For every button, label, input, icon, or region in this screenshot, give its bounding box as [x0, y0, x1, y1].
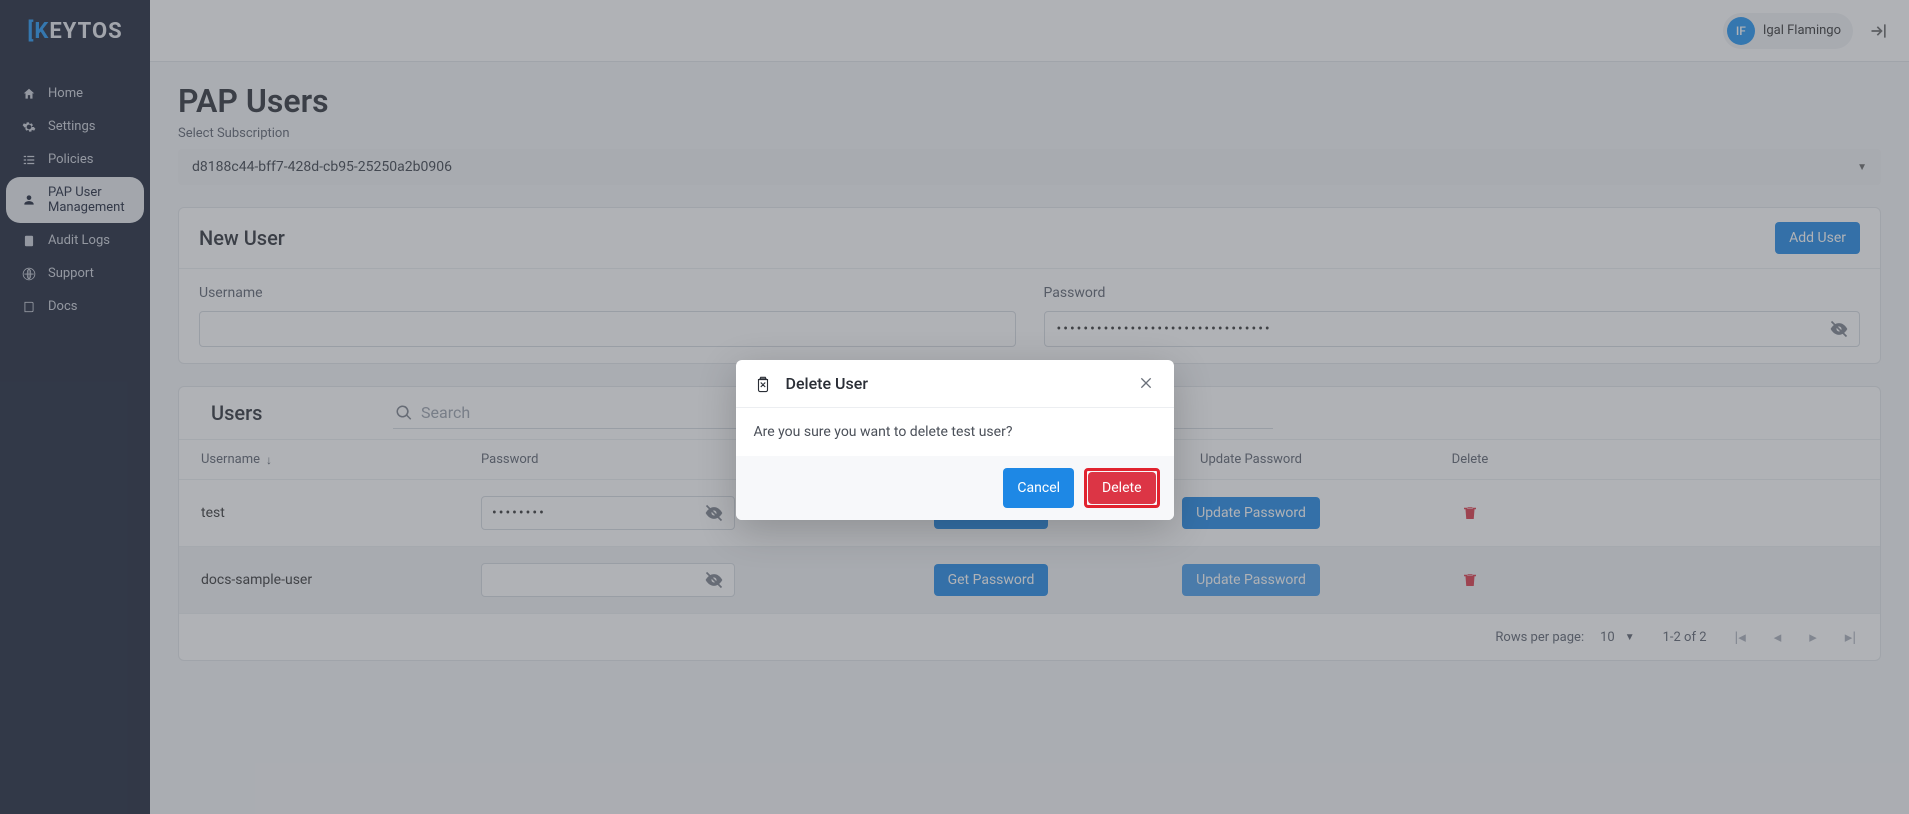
- delete-user-modal: Delete User Are you sure you want to del…: [736, 360, 1174, 520]
- modal-header: Delete User: [736, 360, 1174, 408]
- cancel-button[interactable]: Cancel: [1003, 468, 1074, 508]
- modal-body: Are you sure you want to delete test use…: [736, 408, 1174, 456]
- delete-button[interactable]: Delete: [1088, 472, 1155, 504]
- modal-title: Delete User: [786, 374, 1124, 393]
- delete-button-highlight: Delete: [1084, 468, 1159, 508]
- delete-icon: [754, 375, 772, 393]
- close-icon[interactable]: [1138, 375, 1156, 393]
- modal-footer: Cancel Delete: [736, 456, 1174, 520]
- modal-overlay: Delete User Are you sure you want to del…: [0, 0, 1909, 814]
